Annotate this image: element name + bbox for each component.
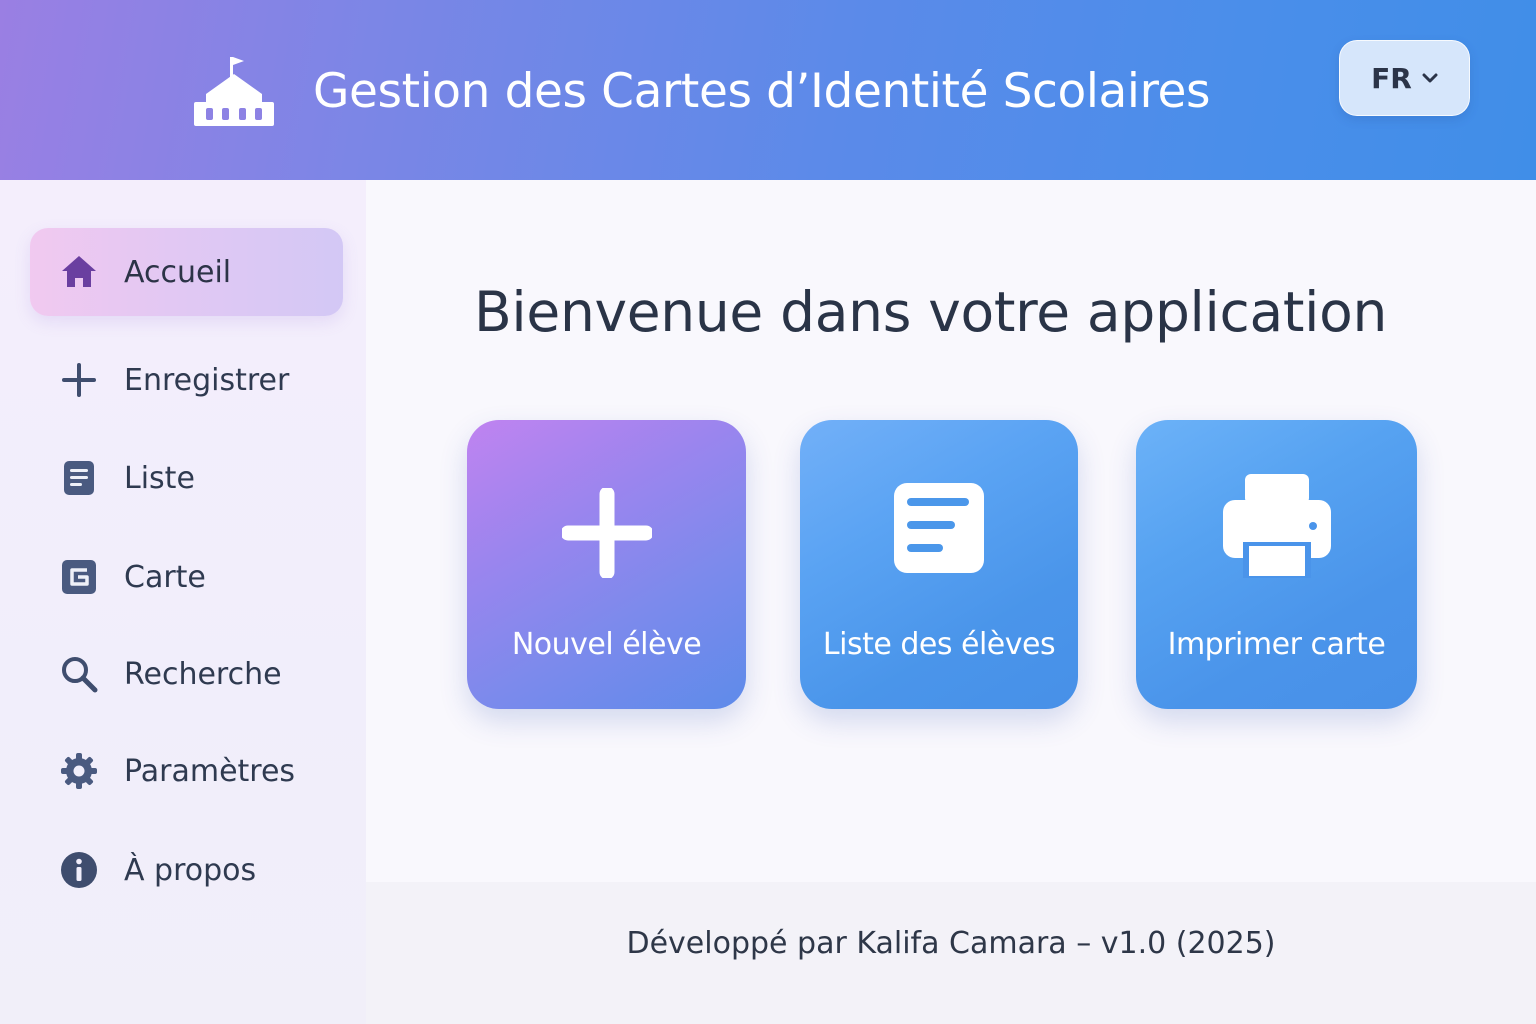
document-icon bbox=[60, 459, 98, 497]
chevron-down-icon bbox=[1422, 73, 1438, 83]
sidebar-item-label: Paramètres bbox=[124, 753, 296, 789]
sidebar-item-accueil[interactable]: Accueil bbox=[30, 228, 343, 316]
sidebar-item-recherche[interactable]: Recherche bbox=[30, 630, 343, 718]
sidebar-item-enregistrer[interactable]: Enregistrer bbox=[30, 336, 343, 424]
gear-icon bbox=[60, 752, 98, 790]
tile-new-student[interactable]: Nouvel élève bbox=[467, 420, 746, 709]
app-title: Gestion des Cartes d’Identité Scolaires bbox=[313, 64, 1211, 119]
printer-icon bbox=[1222, 474, 1331, 578]
footer: Développé par Kalifa Camara – v1.0 (2025… bbox=[366, 882, 1536, 1024]
sidebar-item-liste[interactable]: Liste bbox=[30, 434, 343, 522]
school-icon bbox=[194, 57, 274, 126]
tile-print-card[interactable]: Imprimer carte bbox=[1136, 420, 1417, 709]
sidebar-item-label: À propos bbox=[124, 852, 257, 888]
app-header: Gestion des Cartes d’Identité Scolaires … bbox=[0, 0, 1536, 180]
card-icon bbox=[60, 558, 98, 596]
sidebar-item-label: Enregistrer bbox=[124, 362, 290, 398]
sidebar-item-label: Liste bbox=[124, 460, 195, 496]
home-icon bbox=[60, 253, 98, 291]
footer-credits: Développé par Kalifa Camara – v1.0 (2025… bbox=[626, 926, 1276, 961]
list-icon bbox=[894, 483, 984, 573]
tile-label: Imprimer carte bbox=[1167, 627, 1386, 662]
tile-label: Nouvel élève bbox=[511, 627, 702, 662]
page-title: Bienvenue dans votre application bbox=[474, 280, 1388, 344]
sidebar-item-label: Recherche bbox=[124, 656, 282, 692]
sidebar-item-label: Carte bbox=[124, 559, 206, 595]
sidebar-item-parametres[interactable]: Paramètres bbox=[30, 727, 343, 815]
plus-icon bbox=[60, 361, 98, 399]
language-selector[interactable]: FR bbox=[1339, 40, 1470, 116]
tile-label: Liste des élèves bbox=[822, 627, 1056, 662]
search-icon bbox=[60, 655, 98, 693]
info-icon bbox=[60, 851, 98, 889]
sidebar-item-a-propos[interactable]: À propos bbox=[30, 826, 343, 914]
sidebar-item-label: Accueil bbox=[124, 254, 232, 290]
language-label: FR bbox=[1371, 61, 1412, 95]
plus-icon bbox=[561, 488, 652, 578]
tile-student-list[interactable]: Liste des élèves bbox=[800, 420, 1078, 709]
sidebar-item-carte[interactable]: Carte bbox=[30, 533, 343, 621]
